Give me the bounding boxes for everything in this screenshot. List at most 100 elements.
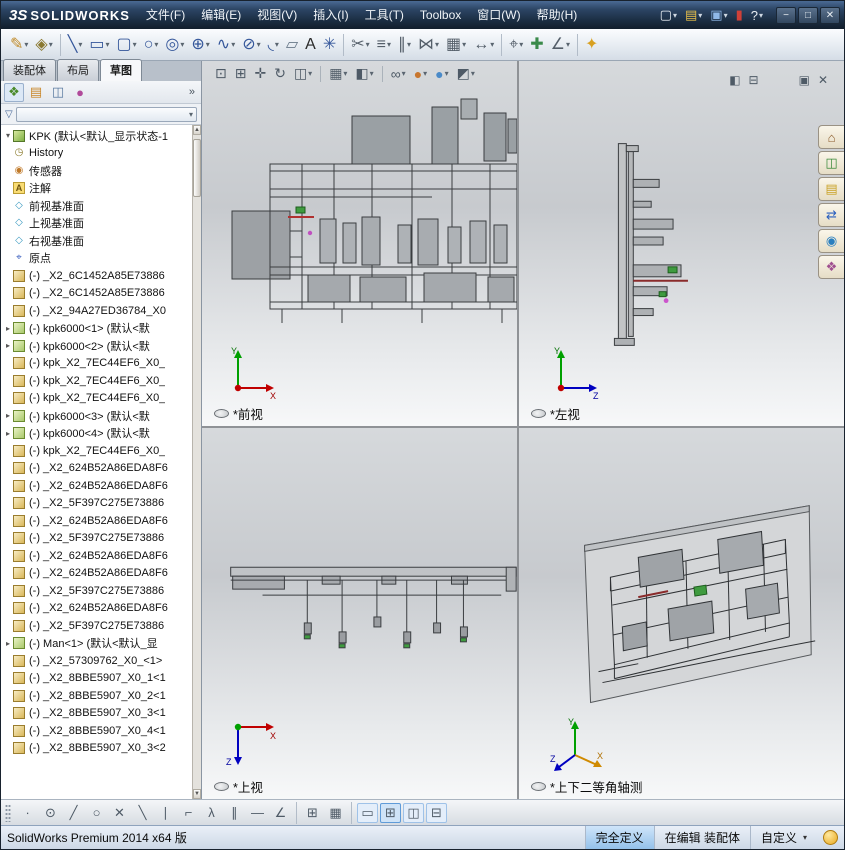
tab-assembly[interactable]: 装配体 <box>3 59 56 81</box>
grid-snap-button[interactable]: ⊞ <box>302 803 323 823</box>
menu-tools[interactable]: 工具(T) <box>357 1 412 29</box>
expander-icon[interactable]: ▸ <box>3 324 13 333</box>
tree-item[interactable]: (-) _X2_57309762_X0_<1> <box>3 652 192 670</box>
custom-dropdown[interactable]: 自定义 ▾ <box>749 826 817 849</box>
slot-button[interactable]: ▢ ▾ <box>114 32 140 58</box>
snap-tangent-button[interactable]: λ <box>201 803 222 823</box>
tree-item[interactable]: (-) _X2_624B52A86EDA8F6 <box>3 547 192 565</box>
two-viewport-vertical-button[interactable]: ◫ <box>403 802 424 823</box>
tree-item[interactable]: (-) _X2_624B52A86EDA8F6 <box>3 565 192 583</box>
offset-entities-button[interactable]: ∥ ▾ <box>395 32 414 58</box>
minimize-button[interactable]: − <box>776 6 796 24</box>
display-relations-button[interactable]: ⌖ ▾ <box>506 32 526 58</box>
tree-item[interactable]: (-) _X2_94A27ED36784_X0 <box>3 302 192 320</box>
tree-item[interactable]: (-) _X2_624B52A86EDA8F6 <box>3 512 192 530</box>
viewport-left-quad[interactable]: Y Z *左视 <box>519 61 844 426</box>
rectangle-button[interactable]: ▭ ▾ <box>86 32 112 58</box>
tree-scrollbar[interactable]: ▲ ▼ <box>192 125 201 799</box>
design-library-button[interactable]: ◫ <box>818 151 844 175</box>
mirror-entities-button[interactable]: ⋈ ▾ <box>415 32 442 58</box>
tree-item[interactable]: ▸ (-) kpk6000<4> (默认<默 <box>3 425 192 443</box>
snap-circle-button[interactable]: ○ <box>86 803 107 823</box>
menu-view[interactable]: 视图(V) <box>249 1 305 29</box>
tree-item[interactable]: (-) _X2_624B52A86EDA8F6 <box>3 600 192 618</box>
scroll-down-icon[interactable]: ▼ <box>193 789 201 799</box>
instant3d-button[interactable]: ✦ <box>582 32 601 58</box>
menu-help[interactable]: 帮助(H) <box>529 1 586 29</box>
home-button[interactable]: ⌂ <box>818 125 844 149</box>
tree-item[interactable]: ▸ (-) kpk6000<1> (默认<默 <box>3 320 192 338</box>
tree-item[interactable]: ⌖ 原点 <box>3 250 192 268</box>
expander-icon[interactable]: ▸ <box>3 341 13 350</box>
expander-icon[interactable]: ▸ <box>3 429 13 438</box>
appearances-button[interactable]: ◉ <box>818 229 844 253</box>
snap-horizontal-button[interactable]: — <box>247 803 268 823</box>
section-view-button[interactable]: ◫ ▾ <box>291 63 315 84</box>
tree-item[interactable]: (-) _X2_5F397C275E73886 <box>3 617 192 635</box>
tree-item[interactable]: (-) _X2_5F397C275E73886 <box>3 495 192 513</box>
zoom-area-button[interactable]: ⊞ <box>232 63 250 84</box>
tree-root[interactable]: ▾ KPK (默认<默认_显示状态-1 <box>3 127 192 145</box>
snap-parallel-button[interactable]: ∥ <box>224 803 245 823</box>
point-button[interactable]: ✳ <box>320 32 339 58</box>
view-orientation-button[interactable]: ▦ ▾ <box>326 63 350 84</box>
tree-item[interactable]: (-) _X2_8BBE5907_X0_3<1 <box>3 705 192 723</box>
text-button[interactable]: A <box>302 32 319 58</box>
single-viewport-button[interactable]: ▭ <box>357 802 378 823</box>
trim-entities-button[interactable]: ✂ ▾ <box>348 32 372 58</box>
tab-sketch[interactable]: 草图 <box>100 59 142 81</box>
fillet-button[interactable]: ◟ ▾ <box>265 32 282 58</box>
tree-item[interactable]: ◇ 上视基准面 <box>3 215 192 233</box>
snap-points-button[interactable]: ∙ <box>17 803 38 823</box>
status-toggle-button[interactable]: ▮ <box>733 5 746 25</box>
snap-perpendicular-button[interactable]: ⌐ <box>178 803 199 823</box>
pane-display-button[interactable]: ⊟ <box>749 73 759 87</box>
display-manager-tab-button[interactable]: ● <box>70 83 90 102</box>
graphics-area[interactable]: Y X *前视 Y Z *左视 X Z *上视 Y X Z *上下二等角轴测 ⊡… <box>202 61 844 799</box>
maximize-button[interactable]: □ <box>798 6 818 24</box>
close-pane-button[interactable]: ✕ <box>818 73 828 87</box>
split-pane-button[interactable]: ◧ <box>729 73 740 87</box>
viewport-front-quad[interactable]: Y X *前视 <box>202 61 517 426</box>
tree-item[interactable]: ◇ 右视基准面 <box>3 232 192 250</box>
tree-item[interactable]: (-) _X2_8BBE5907_X0_1<1 <box>3 670 192 688</box>
tree-item[interactable]: (-) kpk_X2_7EC44EF6_X0_ <box>3 372 192 390</box>
plane-button[interactable]: ▱ <box>283 32 301 58</box>
tree-item[interactable]: (-) _X2_5F397C275E73886 <box>3 582 192 600</box>
snap-center-button[interactable]: ⊙ <box>40 803 61 823</box>
menu-edit[interactable]: 编辑(E) <box>193 1 249 29</box>
ellipse-button[interactable]: ⊘ ▾ <box>239 32 263 58</box>
rotate-view-button[interactable]: ↻ <box>271 63 289 84</box>
panel-overflow-chevron[interactable]: » <box>186 86 198 98</box>
tree-item[interactable]: ◉ 传感器 <box>3 162 192 180</box>
snap-angle-button[interactable]: ∠ <box>270 803 291 823</box>
view-settings-button[interactable]: ◩ ▾ <box>454 63 478 84</box>
menu-file[interactable]: 文件(F) <box>138 1 193 29</box>
four-viewport-button[interactable]: ⊞ <box>380 802 401 823</box>
circle-button[interactable]: ○ ▾ <box>141 32 162 58</box>
new-document-button[interactable]: ▢ ▾ <box>657 5 680 25</box>
tree-item[interactable]: ▸ (-) kpk6000<2> (默认<默 <box>3 337 192 355</box>
quick-tip-icon[interactable] <box>823 830 838 845</box>
snap-nearest-button[interactable]: ╲ <box>132 803 153 823</box>
tree-item[interactable]: (-) kpk_X2_7EC44EF6_X0_ <box>3 390 192 408</box>
grid-settings-button[interactable]: ▦ <box>325 803 346 823</box>
tree-item[interactable]: (-) _X2_8BBE5907_X0_4<1 <box>3 722 192 740</box>
tree-item[interactable]: (-) _X2_624B52A86EDA8F6 <box>3 460 192 478</box>
edit-appearance-button[interactable]: ● ▾ <box>411 64 430 84</box>
move-entities-button[interactable]: ↔ ▾ <box>470 32 497 58</box>
perimeter-circle-button[interactable]: ⊕ ▾ <box>188 32 212 58</box>
menu-insert[interactable]: 插入(I) <box>305 1 356 29</box>
tree-item[interactable]: ◇ 前视基准面 <box>3 197 192 215</box>
spiral-button[interactable]: ◎ ▾ <box>162 32 187 58</box>
tree-item[interactable]: (-) _X2_6C1452A85E73886 <box>3 285 192 303</box>
snap-intersection-button[interactable]: ✕ <box>109 803 130 823</box>
expander-icon[interactable]: ▸ <box>3 411 13 420</box>
quick-snaps-button[interactable]: ∠ ▾ <box>548 32 573 58</box>
expander-icon[interactable]: ▾ <box>3 131 13 140</box>
property-manager-tab-button[interactable]: ▤ <box>26 83 46 102</box>
tree-item[interactable]: (-) kpk_X2_7EC44EF6_X0_ <box>3 355 192 373</box>
tree-item[interactable]: (-) _X2_5F397C275E73886 <box>3 530 192 548</box>
file-explorer-button[interactable]: ▤ <box>818 177 844 201</box>
filter-dropdown[interactable]: ▾ <box>15 106 197 122</box>
